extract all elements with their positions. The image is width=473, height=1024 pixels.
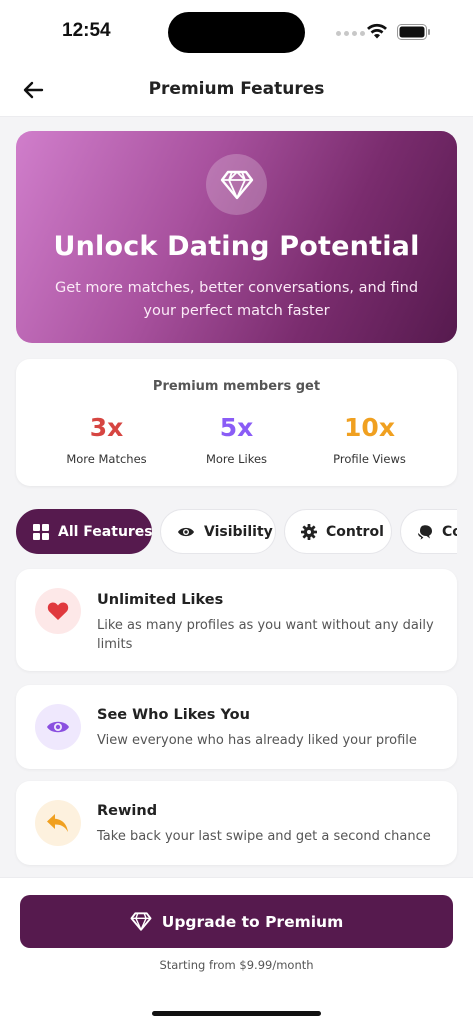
feature-card-rewind[interactable]: Rewind Take back your last swipe and get… xyxy=(16,781,457,865)
tab-label: Control xyxy=(326,523,384,540)
stat-profile-views: 10x Profile Views xyxy=(296,413,443,466)
chat-icon xyxy=(417,524,433,540)
feature-description: Take back your last swipe and get a seco… xyxy=(97,829,431,844)
feature-card-see-who-likes-you[interactable]: See Who Likes You View everyone who has … xyxy=(16,685,457,769)
hero-subtitle: Get more matches, better conversations, … xyxy=(54,280,419,319)
status-bar: 12:54 xyxy=(0,0,473,64)
feature-description: Like as many profiles as you want withou… xyxy=(97,618,434,652)
stat-label: More Matches xyxy=(66,452,147,466)
heart-icon xyxy=(47,602,69,620)
stats-heading: Premium members get xyxy=(152,379,321,394)
wifi-icon xyxy=(367,23,387,39)
home-indicator xyxy=(152,1011,321,1016)
tab-all-features[interactable]: All Features xyxy=(16,509,153,554)
tab-label: Co xyxy=(442,523,457,540)
tab-visibility[interactable]: Visibility xyxy=(160,509,276,554)
stat-more-matches: 3x More Matches xyxy=(33,413,180,466)
feature-icon-badge xyxy=(35,800,81,846)
upgrade-button-label: Upgrade to Premium xyxy=(161,912,344,931)
feature-icon-badge xyxy=(35,588,81,634)
eye-icon xyxy=(47,721,69,733)
cellular-signal-icon xyxy=(336,31,365,36)
feature-icon-badge xyxy=(35,704,81,750)
diamond-icon xyxy=(220,170,253,199)
tab-control[interactable]: Control xyxy=(284,509,392,554)
diamond-icon xyxy=(130,912,152,931)
status-time: 12:54 xyxy=(62,20,111,41)
top-app-bar: Premium Features xyxy=(0,64,473,117)
dynamic-island xyxy=(168,12,305,53)
stat-value: 10x xyxy=(344,413,395,442)
stat-label: More Likes xyxy=(205,452,268,466)
gear-icon xyxy=(301,523,317,540)
hero-banner: Unlock Dating Potential Get more matches… xyxy=(16,131,457,343)
stat-label: Profile Views xyxy=(333,452,406,466)
battery-icon xyxy=(397,24,430,40)
rewind-icon xyxy=(47,814,68,832)
eye-icon xyxy=(177,525,195,539)
stat-value: 3x xyxy=(89,413,124,442)
stat-value: 5x xyxy=(219,413,254,442)
upgrade-to-premium-button[interactable]: Upgrade to Premium xyxy=(20,895,453,948)
premium-stats-card: Premium members get 3x More Matches 5x M… xyxy=(16,359,457,486)
feature-title: See Who Likes You xyxy=(97,707,250,723)
tab-label: Visibility xyxy=(204,523,273,540)
feature-category-tabs: All Features Visibility Control C xyxy=(16,509,457,555)
feature-description: View everyone who has already liked your… xyxy=(97,733,417,748)
feature-title: Rewind xyxy=(97,803,158,819)
tab-label: All Features xyxy=(58,523,153,540)
tab-communication[interactable]: Co xyxy=(400,509,457,554)
hero-title: Unlock Dating Potential xyxy=(53,231,420,262)
pricing-note: Starting from $9.99/month xyxy=(159,958,314,972)
feature-card-unlimited-likes[interactable]: Unlimited Likes Like as many profiles as… xyxy=(16,569,457,671)
stat-more-likes: 5x More Likes xyxy=(163,413,310,466)
page-title: Premium Features xyxy=(148,79,325,99)
feature-title: Unlimited Likes xyxy=(97,592,224,608)
grid-icon xyxy=(33,523,49,540)
hero-icon-badge xyxy=(206,154,267,215)
bottom-cta-area: Upgrade to Premium Starting from $9.99/m… xyxy=(0,877,473,1024)
